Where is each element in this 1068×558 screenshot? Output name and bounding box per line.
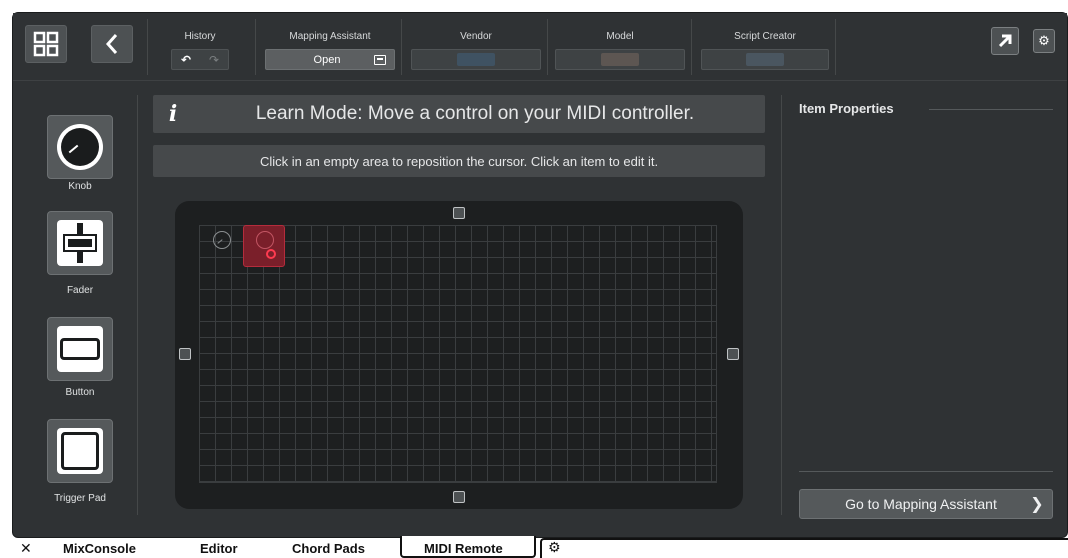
divider — [401, 19, 402, 75]
resize-handle-bottom[interactable] — [453, 491, 465, 503]
divider — [929, 109, 1053, 110]
script-creator-value — [746, 53, 784, 66]
settings-button[interactable]: ⚙ — [1033, 29, 1055, 53]
history-controls: ↶ ↷ — [171, 49, 229, 70]
learn-mode-message: Learn Mode: Move a control on your MIDI … — [255, 103, 695, 124]
tab-mixconsole[interactable]: MixConsole — [63, 541, 136, 556]
palette-item-button[interactable] — [47, 317, 113, 381]
fader-icon — [57, 220, 103, 266]
vendor-field[interactable] — [411, 49, 541, 70]
resize-handle-left[interactable] — [179, 348, 191, 360]
divider — [547, 19, 548, 75]
window-icon — [374, 54, 386, 65]
grid-icon — [33, 31, 59, 57]
divider — [137, 95, 138, 515]
tab-chord-pads[interactable]: Chord Pads — [292, 541, 365, 556]
palette-label-trigger-pad: Trigger Pad — [54, 493, 106, 504]
tab-bar-frame — [540, 538, 1068, 558]
toolbar: History ↶ ↷ Mapping Assistant Open Vendo… — [13, 13, 1067, 81]
divider — [835, 19, 836, 75]
go-to-mapping-assistant-label: Go to Mapping Assistant — [845, 496, 997, 512]
palette-label-fader: Fader — [66, 285, 94, 296]
palette-label-knob: Knob — [68, 181, 92, 192]
open-label: Open — [313, 53, 341, 66]
close-icon[interactable]: ✕ — [20, 540, 32, 557]
undo-button[interactable]: ↶ — [181, 53, 191, 67]
divider — [147, 19, 148, 75]
palette-item-knob[interactable] — [47, 115, 113, 179]
model-field[interactable] — [555, 49, 685, 70]
gear-icon: ⚙ — [1038, 33, 1050, 48]
hint-banner: Click in an empty area to reposition the… — [153, 145, 765, 177]
vendor-label: Vendor — [460, 31, 492, 42]
mapping-assistant-label: Mapping Assistant — [289, 31, 371, 42]
chevron-right-icon: ❯ — [1030, 496, 1044, 513]
info-icon: i — [168, 101, 178, 127]
model-label: Model — [606, 31, 634, 42]
open-external-button[interactable] — [991, 27, 1019, 55]
divider — [799, 471, 1053, 472]
tab-editor[interactable]: Editor — [200, 541, 238, 556]
learn-mode-banner: i Learn Mode: Move a control on your MID… — [153, 95, 765, 133]
go-to-mapping-assistant-button[interactable]: Go to Mapping Assistant ❯ — [799, 489, 1053, 519]
divider — [691, 19, 692, 75]
vendor-value — [457, 53, 495, 66]
palette-item-trigger-pad[interactable] — [47, 419, 113, 483]
selected-knob-item[interactable] — [243, 225, 285, 267]
midi-remote-window: History ↶ ↷ Mapping Assistant Open Vendo… — [12, 12, 1068, 538]
palette-item-fader[interactable] — [47, 211, 113, 275]
divider — [255, 19, 256, 75]
back-button[interactable] — [91, 25, 133, 63]
mapping-assistant-open-button[interactable]: Open — [265, 49, 395, 70]
arrow-up-right-icon — [998, 34, 1012, 48]
knob-icon — [57, 124, 103, 170]
divider — [781, 95, 782, 515]
chevron-left-icon — [105, 34, 118, 54]
zone-tab-bar: ✕ MixConsole Editor Chord Pads MIDI Remo… — [0, 536, 1068, 558]
model-value — [601, 53, 639, 66]
controller-surface[interactable] — [175, 201, 743, 509]
script-creator-label: Script Creator — [734, 31, 796, 42]
palette-label-button: Button — [65, 387, 95, 398]
script-creator-field[interactable] — [701, 49, 829, 70]
learn-cursor-icon — [266, 249, 276, 259]
gear-icon[interactable]: ⚙ — [548, 539, 561, 556]
layout-grid-button[interactable] — [25, 25, 67, 63]
tab-midi-remote[interactable]: MIDI Remote — [424, 541, 503, 556]
history-label: History — [184, 31, 216, 42]
resize-handle-right[interactable] — [727, 348, 739, 360]
knob-icon — [256, 231, 274, 249]
redo-button[interactable]: ↷ — [209, 53, 219, 67]
ghost-knob-icon — [213, 231, 231, 249]
item-properties-title: Item Properties — [799, 101, 894, 116]
button-icon — [57, 326, 103, 372]
resize-handle-top[interactable] — [453, 207, 465, 219]
trigger-pad-icon — [57, 428, 103, 474]
